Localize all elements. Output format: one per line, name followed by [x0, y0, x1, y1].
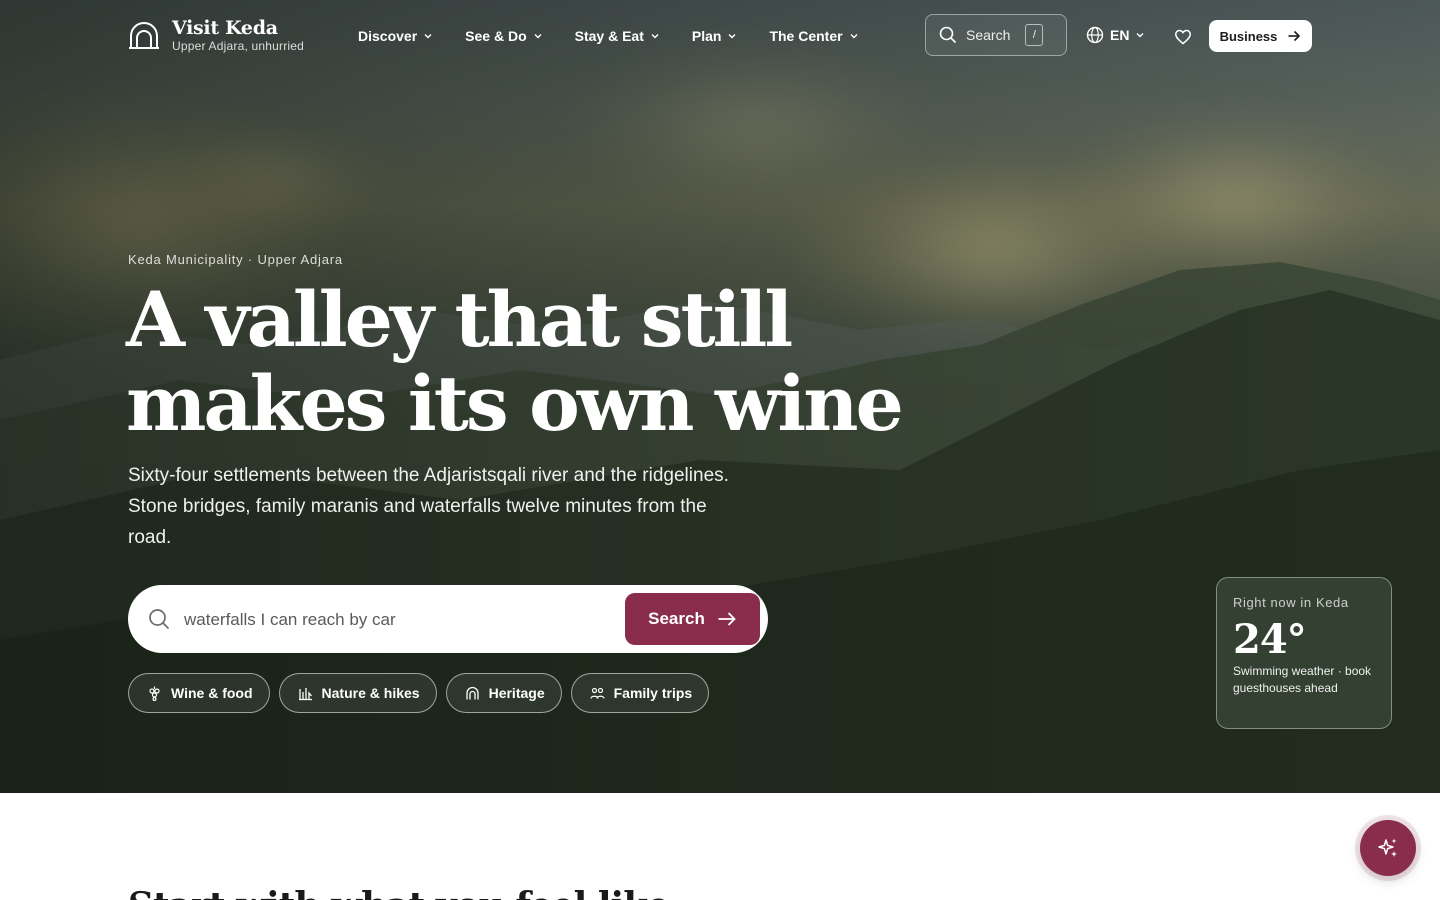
brand-subtitle: Upper Adjara, unhurried: [172, 39, 305, 53]
site-search-button[interactable]: Search /: [925, 14, 1067, 56]
arrow-right-icon: [1288, 30, 1301, 42]
nav-item-label: Discover: [358, 28, 418, 44]
nav-item-stay-eat[interactable]: Stay & Eat: [575, 26, 660, 46]
hero-lede: Sixty-four settlements between the Adjar…: [128, 465, 729, 548]
section-title: Start with what you feel like: [128, 885, 670, 900]
hero-search-button[interactable]: Search: [625, 593, 760, 645]
top-navigation: Visit Keda Upper Adjara, unhurried Disco…: [0, 0, 1440, 72]
hero-search-bar: Search: [128, 585, 768, 653]
globe-icon: [1086, 26, 1104, 44]
search-icon: [149, 609, 170, 630]
nav-item-label: Stay & Eat: [574, 28, 644, 44]
sparkle-icon: [1378, 838, 1397, 857]
hero-search-input[interactable]: [182, 603, 616, 637]
nav-item-see-do[interactable]: See & Do: [465, 26, 542, 46]
chip-label: Family trips: [613, 685, 693, 701]
assistant-button[interactable]: [1360, 820, 1416, 876]
forest-icon: [298, 687, 312, 700]
brand-logo[interactable]: Visit Keda Upper Adjara, unhurried: [128, 18, 304, 53]
chevron-down-icon: [651, 34, 659, 39]
business-label: Business: [1219, 28, 1278, 44]
hero-eyebrow: Keda Municipality · Upper Adjara: [128, 252, 343, 267]
language-selector[interactable]: EN: [1086, 26, 1145, 44]
category-chips: Wine & food Nature & hikes Heritage Fami…: [128, 673, 710, 713]
chip-nature-hikes[interactable]: Nature & hikes: [278, 673, 437, 713]
hero-search-button-label: Search: [648, 609, 705, 628]
brand-title: Visit Keda: [172, 17, 278, 39]
weather-label: Right now in Keda: [1233, 595, 1349, 610]
search-shortcut-key: /: [1025, 24, 1044, 46]
site-search-label: Search: [966, 27, 1011, 43]
family-icon: [590, 687, 605, 699]
nav-item-plan[interactable]: Plan: [692, 26, 738, 46]
main-menu: Discover See & Do Stay & Eat Plan The Ce…: [358, 26, 891, 46]
nav-item-label: See & Do: [465, 28, 527, 44]
chevron-down-icon: [728, 34, 736, 39]
nav-item-discover[interactable]: Discover: [358, 26, 433, 46]
chip-heritage[interactable]: Heritage: [445, 673, 562, 713]
weather-note: Swimming weather · book guesthouses ahea…: [1233, 664, 1372, 695]
chip-label: Heritage: [488, 685, 545, 701]
language-label: EN: [1110, 27, 1130, 43]
chevron-down-icon: [424, 34, 432, 39]
chip-label: Wine & food: [171, 685, 253, 701]
business-button[interactable]: Business: [1209, 20, 1312, 52]
weather-card: Right now in Keda 24° Swimming weather ·…: [1216, 577, 1392, 729]
nav-item-the-center[interactable]: The Center: [769, 26, 858, 46]
nav-item-label: The Center: [769, 28, 843, 44]
chevron-down-icon: [534, 34, 542, 39]
search-icon: [939, 26, 957, 44]
heart-icon[interactable]: [1174, 28, 1192, 46]
hero-headline: A valley that still makes its own wine: [126, 275, 904, 448]
chip-wine-food[interactable]: Wine & food: [128, 673, 270, 713]
weather-temperature: 24°: [1233, 616, 1307, 663]
chevron-down-icon: [1136, 33, 1144, 38]
arrow-right-icon: [718, 612, 736, 626]
arch-icon: [465, 686, 479, 699]
chip-family-trips[interactable]: Family trips: [570, 673, 710, 713]
chevron-down-icon: [850, 34, 858, 39]
nav-item-label: Plan: [691, 28, 722, 44]
chip-label: Nature & hikes: [321, 685, 420, 701]
grape-icon: [149, 686, 160, 701]
section-intro: Start with what you feel like: [0, 793, 1440, 900]
arch-logo-icon: [129, 21, 159, 49]
